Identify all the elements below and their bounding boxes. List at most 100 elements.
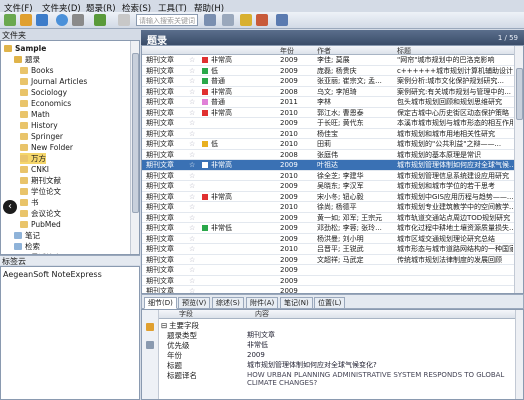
save-icon[interactable] (94, 14, 106, 26)
star-icon[interactable]: ☆ (189, 118, 195, 128)
tree-item[interactable]: Sample (4, 43, 46, 54)
table-row[interactable]: 期刊文章 ☆ 2009 黄一如; 邓军; 王宗元 城市轨道交通站点周边TOD规划研究 (142, 213, 516, 223)
tree-item[interactable]: Math (20, 109, 50, 120)
flag-icon[interactable] (202, 225, 208, 231)
star-icon[interactable]: ☆ (189, 108, 195, 118)
detail-field-row[interactable]: 标题译名 HOW URBAN PLANNING ADMINISTRATIVE SY… (159, 371, 515, 391)
flag-icon[interactable] (202, 88, 208, 95)
star-icon[interactable]: ☆ (189, 171, 195, 181)
tab-details[interactable]: 细节(D) (144, 297, 177, 309)
table-row[interactable]: 期刊文章 ☆ 2009 (142, 276, 516, 286)
table-row[interactable]: 期刊文章 ☆ 2010 杨佳宝 城市规划和城市用地相关性研究 (142, 129, 516, 139)
table-row[interactable]: 期刊文章 ☆ 低 2010 田莉 城市规划的"公共利益"之辩——... (142, 139, 516, 150)
table-row[interactable]: 期刊文章 ☆ 普通 2011 李林 包头城市规划回顾和规划思维研究 (142, 97, 516, 108)
table-row[interactable]: 期刊文章 ☆ 2010 徐全芝; 李建华 城市规划管理信息系统建设应用研究 (142, 171, 516, 181)
table-row[interactable]: 期刊文章 ☆ 2009 (142, 265, 516, 276)
star-icon[interactable]: ☆ (189, 97, 195, 107)
tree-item[interactable]: Sociology (20, 87, 67, 98)
import-icon[interactable] (36, 14, 48, 26)
table-row[interactable]: 期刊文章 ☆ 2009 于长旺; 黄代东 本溪市城市规划与城市形态的相互作用 (142, 118, 516, 129)
table-row[interactable]: 期刊文章 ☆ 非常低 2009 邓劲松; 李蓉; 张玲... 城市化过程中耕地土壤资源质量… (142, 223, 516, 234)
tab-notes[interactable]: 笔记(N) (280, 297, 313, 309)
flag-icon[interactable] (202, 67, 208, 74)
detail-field-row[interactable]: 标题 城市规划管理体制如何应对全球气候变化? (159, 361, 515, 370)
search-go-icon[interactable] (204, 14, 216, 26)
table-row[interactable]: 期刊文章 ☆ 2008 张庭伟 城市规划的基本原理是常识 (142, 150, 516, 160)
tree-item[interactable]: Springer (20, 131, 63, 142)
search-input[interactable]: 请输入搜索关键词 (136, 14, 198, 26)
tree-item[interactable]: 学位论文 (20, 186, 61, 197)
tab-location[interactable]: 位置(L) (314, 297, 346, 309)
tree-scrollbar[interactable] (130, 41, 139, 254)
flag-icon[interactable] (202, 57, 208, 63)
folder-icon[interactable] (146, 323, 154, 331)
flag-icon[interactable] (202, 162, 208, 168)
list-scroll-thumb[interactable] (516, 68, 523, 120)
table-row[interactable]: 期刊文章 ☆ 非常高 2008 乌文; 李旭琦 案例研究:有关城市规划与管理中的... (142, 87, 516, 97)
tab-attachments[interactable]: 附件(A) (246, 297, 279, 309)
star-icon[interactable]: ☆ (189, 192, 195, 202)
tab-preview[interactable]: 预览(V) (178, 297, 211, 309)
tree-item[interactable]: 笔记 (14, 230, 40, 241)
flag-icon[interactable] (202, 99, 208, 105)
star-icon[interactable]: ☆ (189, 129, 195, 139)
star-icon[interactable]: ☆ (189, 255, 195, 265)
star-icon[interactable]: ☆ (189, 234, 195, 244)
star-icon[interactable]: ☆ (189, 276, 195, 286)
dropdown-icon[interactable] (72, 14, 84, 26)
star-icon[interactable]: ☆ (189, 286, 195, 293)
star-icon[interactable]: ☆ (189, 87, 195, 97)
list-scrollbar[interactable] (514, 46, 523, 293)
tool-icon[interactable] (276, 14, 288, 26)
tree-scroll-thumb[interactable] (132, 53, 139, 213)
tree-item[interactable]: 书 (20, 197, 39, 208)
tree-item[interactable]: 期刊文献 (20, 175, 61, 186)
tree-item[interactable]: Books (20, 65, 54, 76)
star-icon[interactable]: ☆ (189, 139, 195, 149)
star-icon[interactable]: ☆ (189, 66, 195, 76)
tree-item[interactable]: 题录 (14, 54, 40, 65)
table-row[interactable]: 期刊文章 ☆ 非常高 2010 郭江水; 曹恩泰 保定古城中心历史街区动态保护策略 (142, 108, 516, 118)
copy-icon[interactable] (146, 341, 154, 349)
tree-item[interactable]: Journal Articles (20, 76, 87, 87)
table-row[interactable]: 期刊文章 ☆ 2009 文超祥; 马武定 传统城市规划法律制度的发展回顾 (142, 255, 516, 265)
detail-field-row[interactable]: 年份 2009 (159, 351, 515, 360)
star-icon[interactable]: ☆ (189, 223, 195, 233)
open-icon[interactable] (20, 14, 32, 26)
table-row[interactable]: 期刊文章 ☆ 非常高 2009 宋小冬; 钮心毅 城市规划中GIS应用历程与趋势——... (142, 192, 516, 202)
online-search-icon[interactable] (56, 14, 68, 26)
table-row[interactable]: 期刊文章 ☆ 普通 2009 张亚丽; 崔宗文; 孟... 案例分析:城市文化保护规划研究… (142, 76, 516, 87)
search-options-icon[interactable] (222, 14, 234, 26)
tree-item[interactable]: New Folder (20, 142, 73, 153)
tree-item[interactable]: 检索 (14, 241, 40, 252)
table-row[interactable]: 期刊文章 ☆ 低 2009 庞磊; 杨贵庆 c++++++城市规划计算机辅助设计... (142, 66, 516, 76)
detail-scrollbar[interactable] (515, 310, 523, 399)
star-icon[interactable]: ☆ (189, 202, 195, 212)
collapse-sidebar-button[interactable]: ‹ (3, 200, 17, 214)
new-record-icon[interactable] (4, 14, 16, 26)
tree-item[interactable]: 会议论文 (20, 208, 61, 219)
table-row[interactable]: 期刊文章 ☆ 2010 吕晋平; 王锐武 城市形态与城市道路网结构的一种国家... (142, 244, 516, 255)
tree-item[interactable]: PubMed (20, 219, 61, 230)
flag-icon[interactable] (240, 14, 252, 26)
star-icon[interactable]: ☆ (189, 265, 195, 275)
star-icon[interactable]: ☆ (189, 213, 195, 223)
tag-cloud-text[interactable]: AegeanSoft NoteExpress (3, 270, 102, 279)
tag-icon[interactable] (256, 14, 268, 26)
tab-summary[interactable]: 综述(S) (212, 297, 244, 309)
flag-icon[interactable] (202, 109, 208, 116)
search-icon[interactable] (118, 14, 130, 26)
detail-field-row[interactable]: 题录类型 期刊文章 (159, 331, 515, 340)
table-row[interactable]: 期刊文章 ☆ 2010 徐尚; 杨德平 城市规划专业建筑教学中的空间教学... (142, 202, 516, 213)
star-icon[interactable]: ☆ (189, 150, 195, 160)
table-row[interactable]: 期刊文章 ☆ 2009 杨洪曼; 刘小明 城市区域交通规划理论研究总结 (142, 234, 516, 244)
star-icon[interactable]: ☆ (189, 160, 195, 170)
section-expand-icon[interactable]: ⊟ (161, 321, 167, 330)
flag-icon[interactable] (202, 141, 208, 147)
star-icon[interactable]: ☆ (189, 55, 195, 65)
tree-item[interactable]: Economics (20, 98, 71, 109)
detail-field-row[interactable]: 优先级 非常低 (159, 341, 515, 350)
star-icon[interactable]: ☆ (189, 181, 195, 191)
star-icon[interactable]: ☆ (189, 244, 195, 254)
tree-item[interactable]: History (20, 120, 58, 131)
